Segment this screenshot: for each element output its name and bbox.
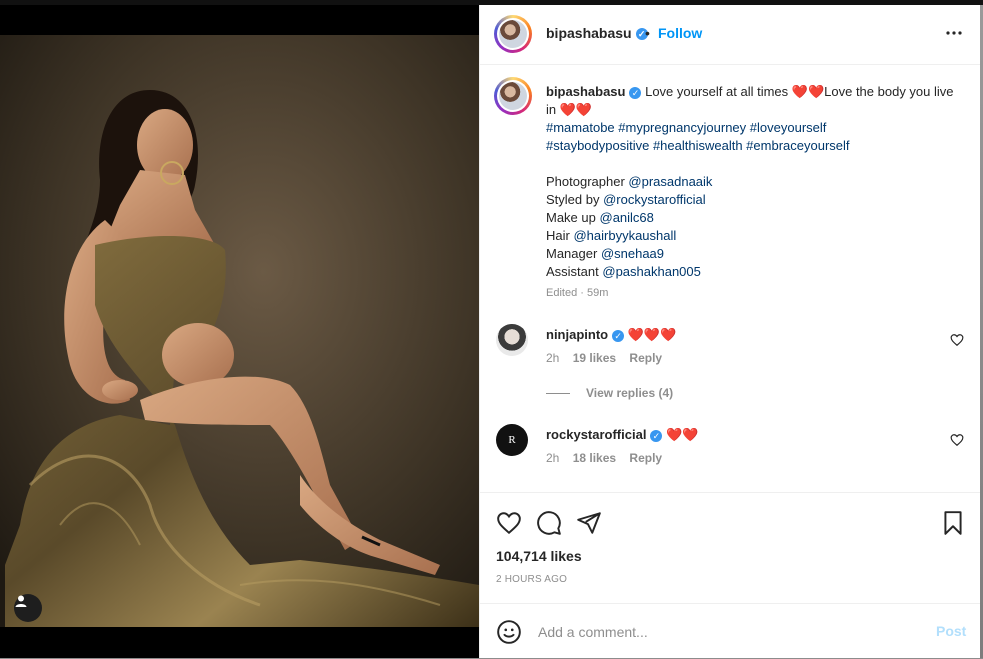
more-options-icon[interactable] — [942, 21, 966, 45]
comment-likes[interactable]: 19 likes — [573, 351, 616, 365]
view-replies-button[interactable]: View replies (4) — [546, 386, 673, 400]
verified-badge-icon: ✓ — [629, 86, 642, 99]
post-comment-button[interactable]: Post — [936, 623, 966, 639]
action-bar — [480, 492, 980, 535]
comment-likes[interactable]: 18 likes — [573, 451, 616, 465]
caption-author-avatar[interactable] — [494, 77, 532, 115]
comment: rockystarofficial ✓ ❤️❤️ — [546, 427, 698, 443]
comment-meta: 2h 18 likes Reply — [546, 451, 672, 465]
credit-handle[interactable]: @snehaa9 — [601, 246, 664, 261]
verified-badge-icon: ✓ — [650, 429, 663, 442]
credit-handle[interactable]: @prasadnaaik — [628, 174, 712, 189]
post-photo[interactable] — [0, 5, 479, 658]
credit-label: Make up — [546, 210, 596, 225]
author-username-header[interactable]: bipashabasu ✓ — [546, 25, 648, 41]
comment-username[interactable]: ninjapinto — [546, 327, 608, 342]
credit-handle[interactable]: @hairbyykaushall — [573, 228, 676, 243]
comment-time: 2h — [546, 351, 560, 365]
comment-input[interactable] — [536, 621, 920, 643]
commenter-avatar[interactable]: R — [496, 424, 528, 456]
post-details-panel: bipashabasu ✓ • Follow bipashabasu ✓ Love … — [479, 5, 980, 658]
credit-label: Manager — [546, 246, 598, 261]
emoji-icon[interactable] — [496, 619, 522, 645]
comment: ninjapinto ✓ ❤️❤️❤️ — [546, 327, 676, 343]
comment-composer: Post — [480, 603, 980, 659]
credit-handle[interactable]: @rockystarofficial — [603, 192, 706, 207]
credit-handle[interactable]: @pashakhan005 — [602, 264, 701, 279]
comment-icon[interactable] — [536, 510, 562, 536]
reply-button[interactable]: Reply — [629, 351, 662, 365]
caption-hashtags-line2[interactable]: #staybodypositive #healthiswealth #embra… — [546, 138, 850, 153]
comment-like-heart-icon[interactable] — [950, 333, 964, 347]
comment-like-heart-icon[interactable] — [950, 433, 964, 447]
comment-time: 2h — [546, 451, 560, 465]
caption-username[interactable]: bipashabasu — [546, 84, 625, 99]
post-header: bipashabasu ✓ • Follow — [480, 5, 980, 65]
caption-hashtags-line1[interactable]: #mamatobe #mypregnancyjourney #loveyours… — [546, 120, 826, 135]
user-tag-icon[interactable] — [14, 594, 42, 622]
comment-text: ❤️❤️❤️ — [627, 327, 677, 342]
credit-label: Photographer — [546, 174, 625, 189]
credit-handle[interactable]: @anilc68 — [600, 210, 654, 225]
reply-button[interactable]: Reply — [629, 451, 662, 465]
credit-label: Styled by — [546, 192, 600, 207]
comment-text: ❤️❤️ — [666, 427, 699, 442]
credit-label: Hair — [546, 228, 570, 243]
comment-meta: 2h 19 likes Reply — [546, 351, 672, 365]
heart-icon[interactable] — [496, 510, 522, 536]
photo-illustration — [0, 5, 479, 658]
author-avatar[interactable] — [494, 15, 532, 53]
commenter-avatar[interactable] — [496, 324, 528, 356]
edited-timestamp: Edited · 59m — [546, 287, 609, 299]
verified-badge-icon: ✓ — [612, 329, 625, 342]
post-time: 2 HOURS AGO — [496, 574, 568, 585]
rockystar-logo-icon: R — [508, 434, 516, 446]
header-separator: • — [645, 25, 650, 41]
post-caption: bipashabasu ✓ Love yourself at all times … — [546, 83, 961, 281]
comment-username[interactable]: rockystarofficial — [546, 427, 646, 442]
follow-button[interactable]: Follow — [658, 25, 702, 41]
bookmark-icon[interactable] — [940, 510, 966, 536]
share-icon[interactable] — [576, 510, 602, 536]
credit-label: Assistant — [546, 264, 599, 279]
likes-count[interactable]: 104,714 likes — [496, 548, 582, 564]
